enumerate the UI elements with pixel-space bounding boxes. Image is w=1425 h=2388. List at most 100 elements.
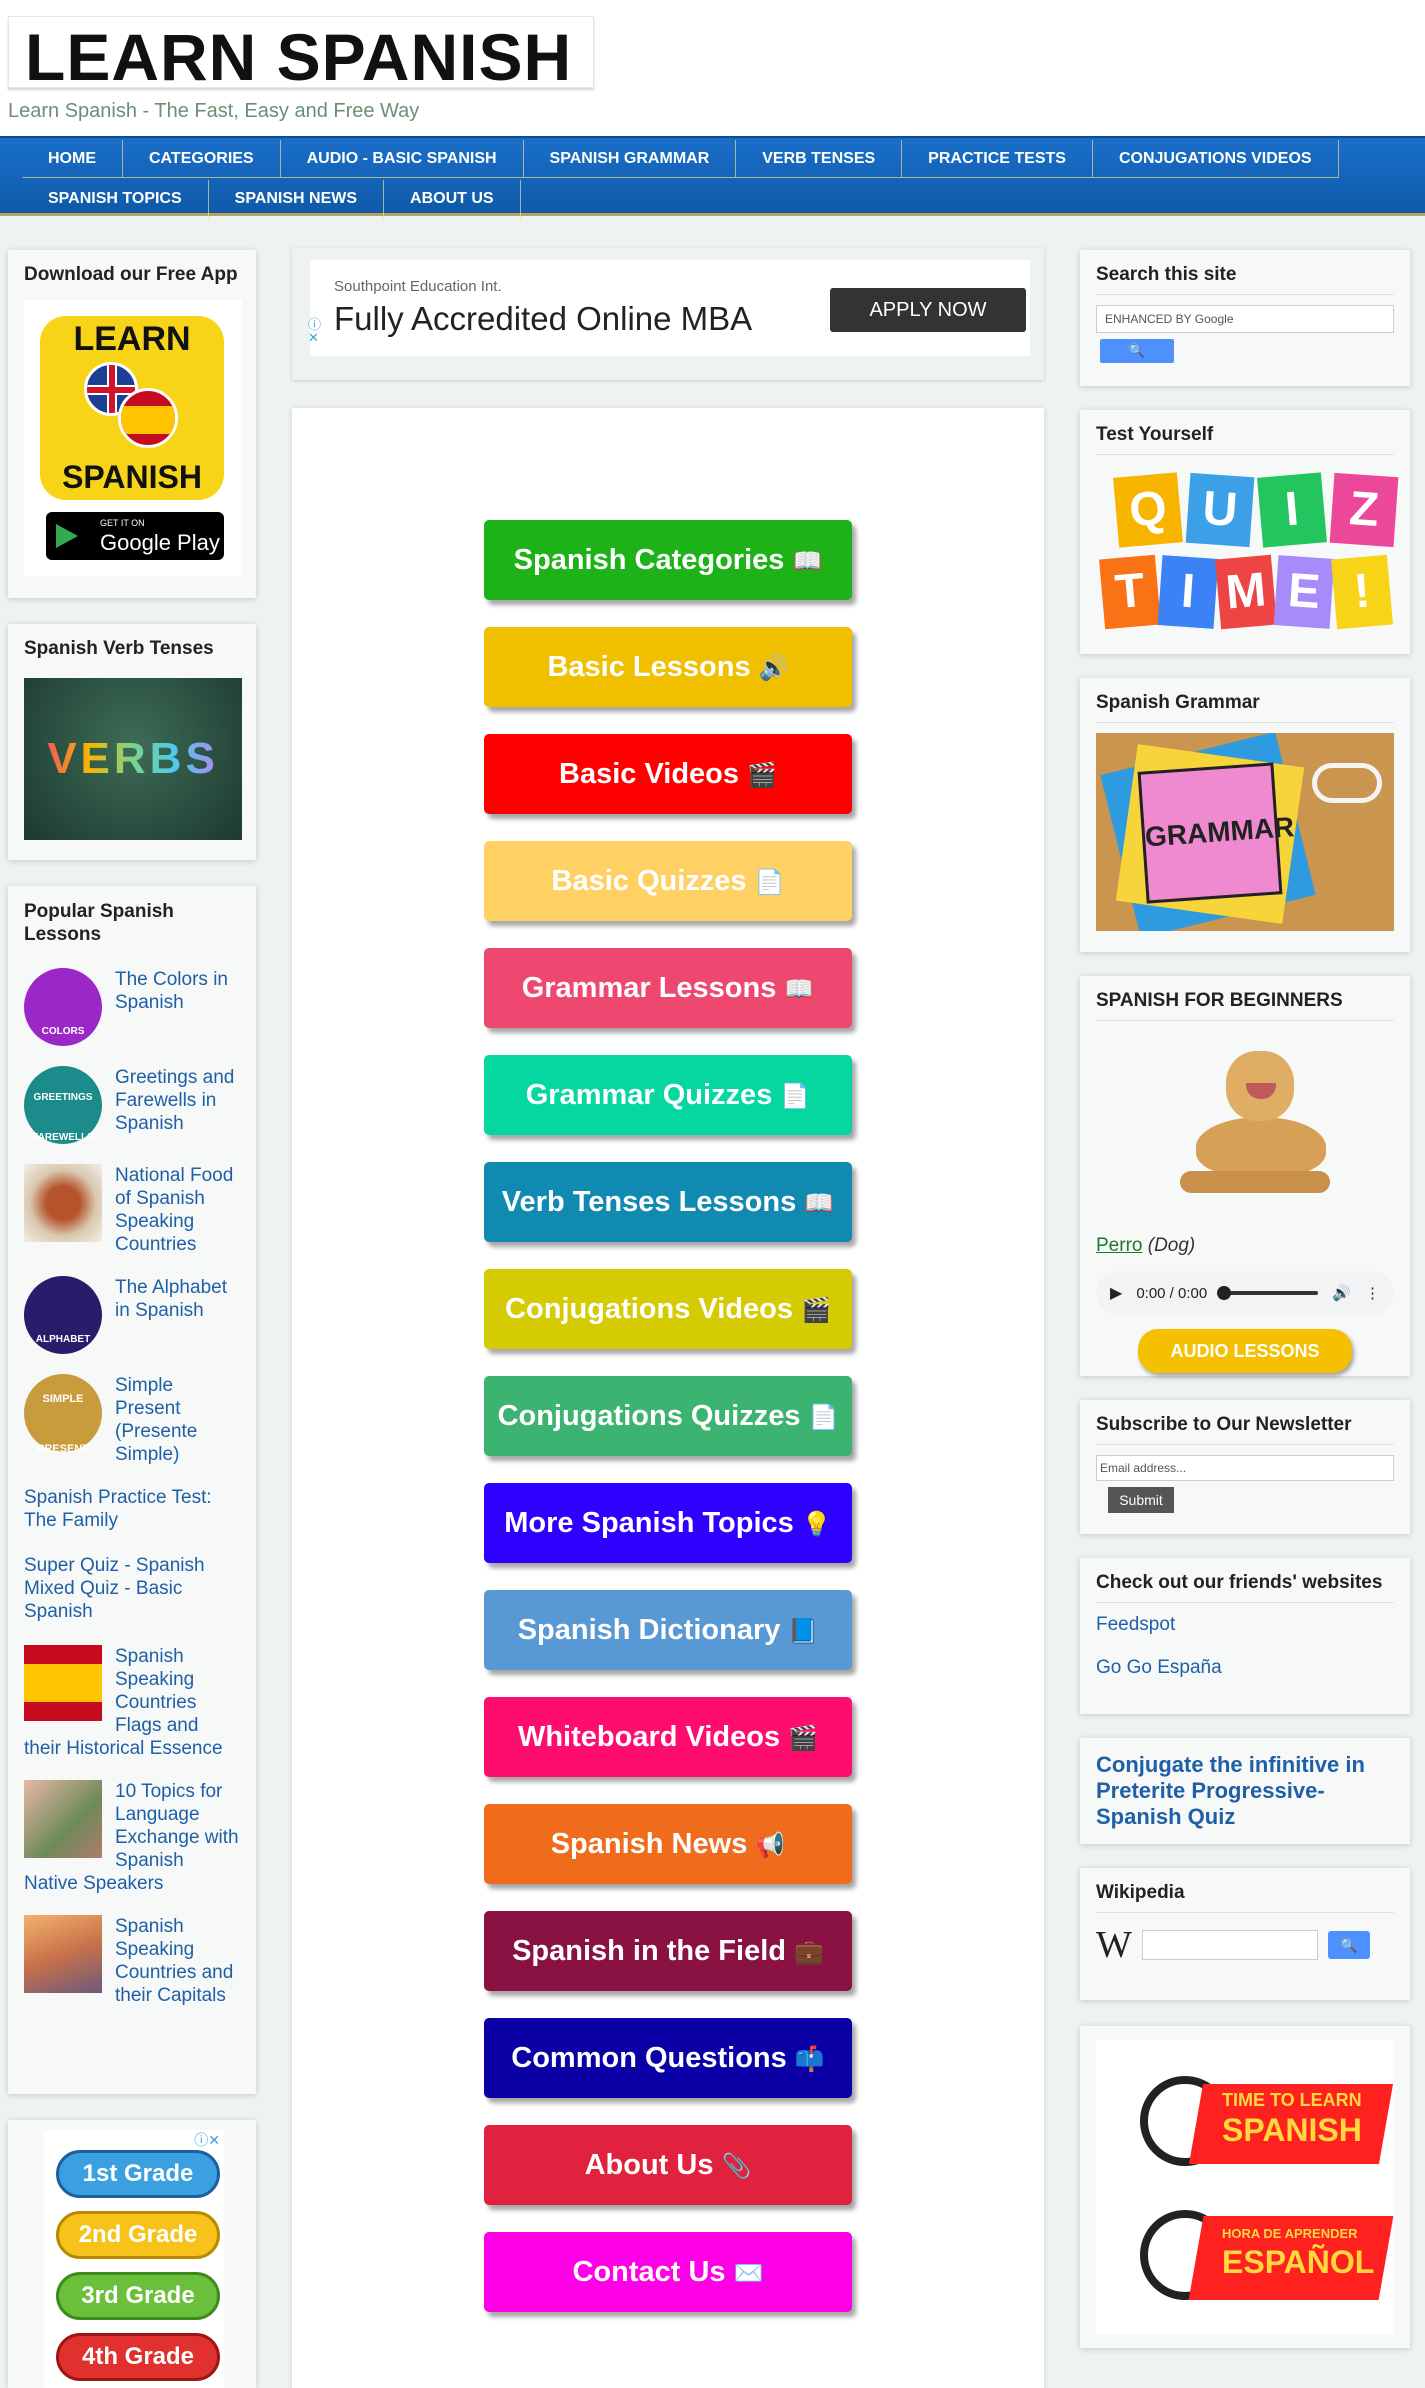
gogo-espana-link[interactable]: Go Go España: [1096, 1656, 1394, 1679]
lesson-button[interactable]: Conjugations Videos 🎬: [484, 1269, 852, 1349]
lesson-button[interactable]: Spanish in the Field 💼: [484, 1911, 852, 1991]
site-tagline: Learn Spanish - The Fast, Easy and Free …: [8, 100, 420, 122]
list-item[interactable]: SIMPLE PRESENT Simple Present (Presente …: [24, 1374, 240, 1466]
list-item[interactable]: Spanish Speaking Countries Flags and the…: [24, 1645, 240, 1760]
lesson-button-emoji-icon: 📖: [784, 975, 815, 1003]
lesson-button[interactable]: Conjugations Quizzes 📄: [484, 1376, 852, 1456]
grades-ad-widget: ⓘ✕ 1st Grade 2nd Grade 3rd Grade 4th Gra…: [8, 2120, 256, 2388]
site-search-input[interactable]: ENHANCED BY Google: [1096, 305, 1394, 333]
lesson-button-label: Whiteboard Videos: [517, 1721, 781, 1753]
audio-player[interactable]: ▶ 0:00 / 0:00 🔊 ⋮: [1096, 1271, 1394, 1315]
perro-link[interactable]: Perro: [1096, 1235, 1142, 1256]
list-item[interactable]: ALPHABET The Alphabet in Spanish: [24, 1276, 240, 1354]
lesson-button[interactable]: Grammar Quizzes 📄: [484, 1055, 852, 1135]
promo-widget: TIME TO LEARN SPANISH HORA DE APRENDER E…: [1080, 2026, 1410, 2348]
dog-image: [1096, 1031, 1394, 1231]
lesson-button-label: Basic Videos: [559, 758, 740, 790]
lesson-link[interactable]: Spanish Speaking Countries and their Cap…: [115, 1916, 233, 2006]
quiz-time-image[interactable]: Q U I Z T I M E!: [1096, 465, 1399, 635]
wikipedia-search-input[interactable]: [1141, 1930, 1318, 1960]
nav-conjugations-videos[interactable]: CONJUGATIONS VIDEOS: [1093, 140, 1339, 177]
grammar-image[interactable]: GRAMMAR: [1096, 733, 1394, 931]
lesson-link[interactable]: Greetings and Farewells in Spanish: [115, 1066, 240, 1135]
list-item[interactable]: National Food of Spanish Speaking Countr…: [24, 1164, 240, 1256]
lesson-link[interactable]: The Alphabet in Spanish: [115, 1276, 240, 1322]
grammar-widget: Spanish Grammar GRAMMAR: [1080, 678, 1410, 952]
nav-audio-basic-spanish[interactable]: AUDIO - BASIC SPANISH: [281, 140, 524, 177]
app-logo-bottom-text: SPANISH: [62, 459, 202, 495]
ad-close-icon[interactable]: ⓘ✕: [194, 2130, 220, 2150]
lesson-button[interactable]: Spanish News 📢: [484, 1804, 852, 1884]
nav-practice-tests[interactable]: PRACTICE TESTS: [902, 140, 1093, 177]
lesson-button[interactable]: Whiteboard Videos 🎬: [484, 1697, 852, 1777]
nav-row-secondary: SPANISH TOPICS SPANISH NEWS ABOUT US: [22, 180, 521, 218]
lesson-button[interactable]: Spanish Categories 📖: [484, 520, 852, 600]
newsletter-submit-button[interactable]: Submit: [1108, 1487, 1174, 1513]
lesson-button[interactable]: More Spanish Topics 💡: [484, 1483, 852, 1563]
app-widget: Download our Free App LEARN SPANISH GET …: [8, 250, 256, 598]
list-item[interactable]: 10 Topics for Language Exchange with Spa…: [24, 1780, 240, 1895]
conjugate-quiz-link[interactable]: Conjugate the infinitive in Preterite Pr…: [1096, 1752, 1394, 1830]
practice-test-link[interactable]: Spanish Practice Test: The Family: [24, 1486, 240, 1532]
nav-spanish-news[interactable]: SPANISH NEWS: [209, 180, 385, 218]
google-play-badge[interactable]: GET IT ON Google Play: [46, 512, 224, 560]
apply-now-button[interactable]: APPLY NOW: [830, 288, 1026, 332]
grade-3-button[interactable]: 3rd Grade: [56, 2272, 220, 2320]
audio-lessons-button[interactable]: AUDIO LESSONS: [1138, 1329, 1352, 1373]
lesson-button[interactable]: Common Questions 📫: [484, 2018, 852, 2098]
grades-ad[interactable]: ⓘ✕ 1st Grade 2nd Grade 3rd Grade 4th Gra…: [44, 2130, 224, 2388]
list-item[interactable]: Spanish Speaking Countries and their Cap…: [24, 1915, 240, 2007]
site-logo[interactable]: LEARN SPANISH: [8, 16, 594, 94]
verbs-image[interactable]: VERBS: [24, 678, 242, 840]
lesson-link[interactable]: National Food of Spanish Speaking Countr…: [115, 1164, 240, 1256]
lesson-link[interactable]: Simple Present (Presente Simple): [115, 1374, 240, 1466]
lesson-link[interactable]: The Colors in Spanish: [115, 968, 240, 1014]
nav-home[interactable]: HOME: [22, 140, 123, 177]
list-item[interactable]: GREETINGS FAREWELLS Greetings and Farewe…: [24, 1066, 240, 1144]
list-item[interactable]: COLORS The Colors in Spanish: [24, 968, 240, 1046]
nav-about-us[interactable]: ABOUT US: [384, 180, 521, 218]
play-icon[interactable]: ▶: [1110, 1283, 1122, 1303]
feedspot-link[interactable]: Feedspot: [1096, 1613, 1394, 1636]
badge-big-text: Google Play: [100, 530, 220, 555]
audio-seek-bar[interactable]: [1217, 1286, 1319, 1300]
lesson-button[interactable]: Basic Videos 🎬: [484, 734, 852, 814]
nav-categories[interactable]: CATEGORIES: [123, 140, 281, 177]
site-search-title: Search this site: [1096, 264, 1394, 295]
quiz-letter-tile: I: [1157, 555, 1219, 629]
lesson-button[interactable]: Verb Tenses Lessons 📖: [484, 1162, 852, 1242]
grade-4-button[interactable]: 4th Grade: [56, 2333, 220, 2381]
ad-close-icon[interactable]: ✕: [308, 330, 319, 346]
newsletter-email-input[interactable]: Email address...: [1096, 1455, 1394, 1481]
grade-2-button[interactable]: 2nd Grade: [56, 2211, 220, 2259]
nav-spanish-topics[interactable]: SPANISH TOPICS: [22, 180, 209, 218]
nav-verb-tenses[interactable]: VERB TENSES: [736, 140, 903, 177]
more-options-icon[interactable]: ⋮: [1365, 1284, 1380, 1302]
wikipedia-logo-icon: W: [1096, 1924, 1132, 1966]
lesson-button[interactable]: Contact Us ✉️: [484, 2232, 852, 2312]
super-quiz-link[interactable]: Super Quiz - Spanish Mixed Quiz - Basic …: [24, 1554, 240, 1623]
lesson-button[interactable]: Basic Quizzes 📄: [484, 841, 852, 921]
capitals-thumbnail: [24, 1915, 102, 1993]
friends-widget: Check out our friends' websites Feedspot…: [1080, 1558, 1410, 1714]
volume-icon[interactable]: 🔊: [1332, 1284, 1351, 1302]
site-search-widget: Search this site ENHANCED BY Google 🔍: [1080, 250, 1410, 386]
beginners-widget: SPANISH FOR BEGINNERS Perro (Dog) ▶ 0:00…: [1080, 976, 1410, 1376]
promo-image[interactable]: TIME TO LEARN SPANISH HORA DE APRENDER E…: [1096, 2040, 1394, 2334]
wikipedia-search-button[interactable]: 🔍: [1327, 1931, 1370, 1959]
alphabet-thumbnail: ALPHABET: [24, 1276, 102, 1354]
promo-line2b: ESPAÑOL: [1222, 2244, 1375, 2280]
app-image[interactable]: LEARN SPANISH GET IT ON Google Play: [24, 300, 242, 576]
lesson-button[interactable]: Basic Lessons 🔊: [484, 627, 852, 707]
site-search-button[interactable]: 🔍: [1100, 339, 1174, 363]
quiz-letter-tile: M: [1215, 554, 1277, 630]
lesson-button[interactable]: Spanish Dictionary 📘: [484, 1590, 852, 1670]
spain-flag-thumbnail: [24, 1645, 102, 1721]
lesson-button-label: More Spanish Topics: [504, 1507, 794, 1539]
lesson-button[interactable]: Grammar Lessons 📖: [484, 948, 852, 1028]
lesson-button[interactable]: About Us 📎: [484, 2125, 852, 2205]
grade-1-button[interactable]: 1st Grade: [56, 2150, 220, 2198]
nav-spanish-grammar[interactable]: SPANISH GRAMMAR: [524, 140, 737, 177]
lesson-button-label: Grammar Quizzes: [525, 1079, 773, 1111]
mba-ad[interactable]: ⓘ ✕ Southpoint Education Int. Fully Accr…: [292, 248, 1044, 380]
